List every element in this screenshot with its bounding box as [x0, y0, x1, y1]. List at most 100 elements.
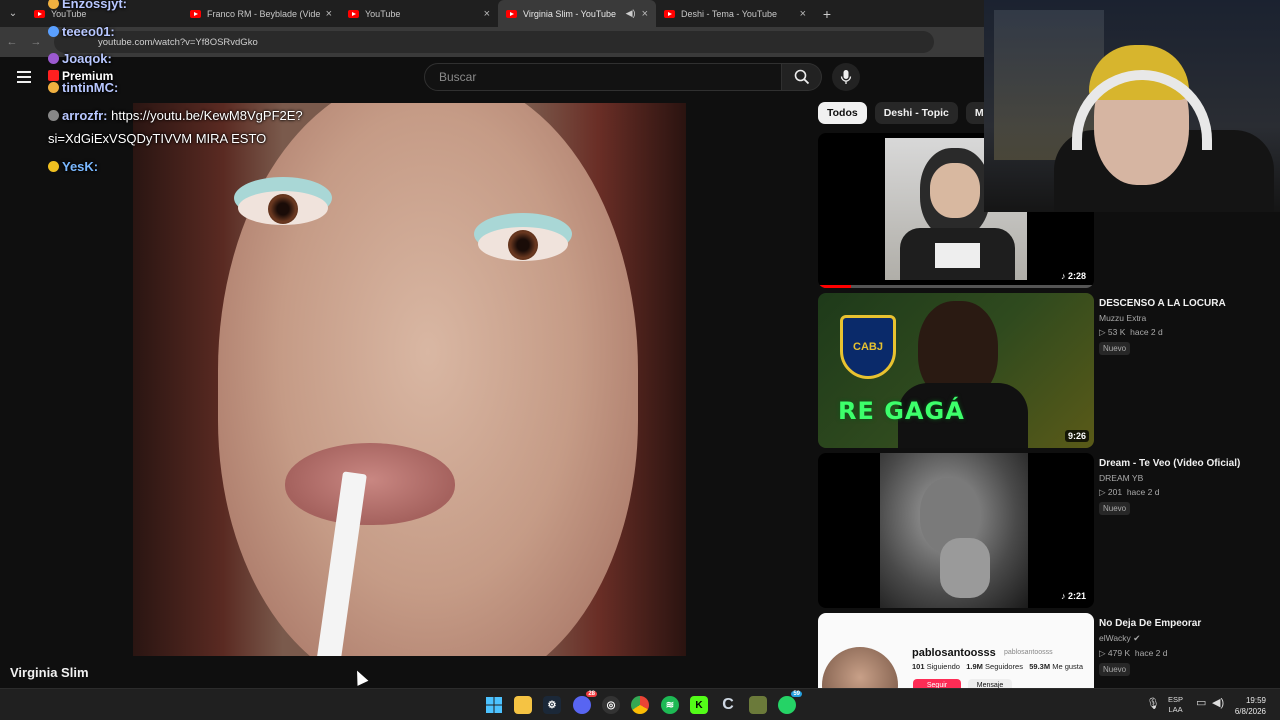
message-button: Mensaje — [968, 679, 1012, 688]
recommendation-title[interactable]: No Deja De Empeorar — [1099, 617, 1274, 630]
tab-franco-rm[interactable]: Franco RM - Beyblade (Video O × — [182, 0, 340, 27]
video-frame-lips — [285, 443, 455, 525]
tab-youtube-1[interactable]: YouTube — [26, 0, 182, 27]
boca-crest-icon: CABJ — [840, 315, 896, 379]
address-bar[interactable]: youtube.com/watch?v=Yf8OSRvdGko — [54, 31, 934, 53]
ccleaner-icon[interactable]: C — [719, 696, 737, 714]
browser-tab-strip: ⌄ YouTube Franco RM - Beyblade (Video O … — [0, 0, 984, 27]
whatsapp-icon[interactable]: 59 — [778, 691, 802, 714]
search-box[interactable] — [424, 63, 782, 91]
thumbnail-image — [880, 453, 1028, 608]
profile-avatar — [822, 647, 898, 688]
browser-toolbar: ← → youtube.com/watch?v=Yf8OSRvdGko — [0, 27, 984, 57]
youtube-header — [0, 57, 984, 103]
recommendation-channel[interactable]: elWacky ✔ — [1099, 633, 1274, 644]
tab-youtube-2[interactable]: YouTube × — [340, 0, 498, 27]
video-thumbnail[interactable]: pablosantoosss pablosantoosss 101 Siguie… — [818, 613, 1094, 688]
back-icon[interactable]: ← — [0, 36, 24, 48]
recommendation-item[interactable]: pablosantoosss pablosantoosss 101 Siguie… — [818, 613, 1278, 688]
video-title: Virginia Slim — [10, 665, 89, 680]
recommendation-info: DESCENSO A LA LOCURA Muzzu Extra ▷ 53 K … — [1099, 297, 1274, 356]
kick-icon[interactable]: K — [690, 696, 708, 714]
chat-badge-icon — [48, 161, 59, 172]
chat-line: YesK: — [48, 159, 98, 174]
system-clock[interactable]: 19:59 6/8/2026 — [1235, 695, 1266, 717]
close-tab-icon[interactable]: × — [326, 8, 332, 20]
language-indicator[interactable]: ESP LAA — [1168, 695, 1183, 715]
recommendation-item[interactable]: CABJ RE GAGÁ 9:26 DESCENSO A LA LOCURA M… — [818, 293, 1278, 448]
network-icon[interactable]: ▭ — [1196, 698, 1206, 709]
follow-button: Seguir — [913, 679, 961, 688]
forward-icon[interactable]: → — [24, 36, 48, 48]
profile-name: pablosantoosss — [912, 647, 996, 659]
new-tab-button[interactable]: + — [814, 0, 840, 27]
microphone-tray-icon[interactable]: 🎙 — [1146, 699, 1160, 710]
new-badge: Nuevo — [1099, 342, 1131, 355]
youtube-favicon-icon — [190, 9, 201, 18]
recommendation-meta: ▷ 53 K hace 2 d — [1099, 327, 1163, 337]
file-explorer-icon[interactable] — [514, 696, 532, 714]
tab-deshi-tema[interactable]: Deshi - Tema - YouTube × — [656, 0, 814, 27]
recommendation-meta: ▷ 479 K hace 2 d — [1099, 648, 1168, 658]
recommendation-channel[interactable]: Muzzu Extra — [1099, 313, 1274, 323]
chrome-icon[interactable] — [631, 696, 649, 714]
video-thumbnail[interactable]: CABJ RE GAGÁ 9:26 — [818, 293, 1094, 448]
discord-icon[interactable]: 28 — [573, 691, 597, 714]
search-icon — [794, 69, 809, 85]
whatsapp-notification-badge: 59 — [791, 691, 802, 697]
search-input[interactable] — [439, 70, 739, 84]
recommendation-info: Dream - Te Veo (Video Oficial) DREAM YB … — [1099, 457, 1274, 516]
recommendation-info: No Deja De Empeorar elWacky ✔ ▷ 479 K ha… — [1099, 617, 1274, 677]
windows-start-icon[interactable] — [485, 696, 503, 714]
profile-stats: 101 Siguiendo 1.9M Seguidores 59.3M Me g… — [912, 662, 1084, 671]
verified-icon: ✔ — [1133, 633, 1141, 643]
video-frame-face — [218, 103, 638, 656]
video-frame-eye-right — [478, 227, 568, 261]
steam-icon[interactable]: ⚙ — [543, 696, 561, 714]
recommendation-meta: ▷ 201 hace 2 d — [1099, 487, 1160, 497]
youtube-favicon-icon — [664, 9, 675, 18]
recommendation-item[interactable]: ♪ 2:21 Dream - Te Veo (Video Oficial) DR… — [818, 453, 1278, 608]
windows-taskbar: ⚙ 28 ◎ ≋ K C 59 🎙 ESP LAA ▭ ◀) 19:59 6/8/… — [0, 688, 1280, 720]
chat-badge-icon — [48, 110, 59, 121]
spotify-icon[interactable]: ≋ — [661, 696, 679, 714]
youtube-favicon-icon — [348, 9, 359, 18]
chip-todos[interactable]: Todos — [818, 102, 867, 124]
duration-badge: ♪ 2:21 — [1057, 590, 1089, 602]
recommendation-title[interactable]: Dream - Te Veo (Video Oficial) — [1099, 457, 1274, 470]
chat-username: YesK: — [62, 159, 99, 174]
close-tab-icon[interactable]: × — [800, 8, 806, 20]
recommendation-channel[interactable]: DREAM YB — [1099, 473, 1274, 483]
discord-notification-badge: 28 — [586, 691, 597, 697]
voice-search-button[interactable] — [832, 63, 860, 91]
video-thumbnail[interactable]: ♪ 2:21 — [818, 453, 1094, 608]
search-button[interactable] — [782, 63, 822, 91]
speaker-icon[interactable]: ◀) — [626, 8, 636, 19]
new-badge: Nuevo — [1099, 663, 1131, 676]
duration-badge: 9:26 — [1064, 430, 1089, 442]
video-player[interactable] — [133, 103, 686, 656]
video-frame-eye-left — [238, 191, 328, 225]
microphone-icon — [840, 70, 852, 84]
tab-virginia-slim[interactable]: Virginia Slim - YouTube ◀) × — [498, 0, 656, 27]
screen: ⌄ YouTube Franco RM - Beyblade (Video O … — [0, 0, 1280, 720]
youtube-favicon-icon — [34, 9, 45, 18]
mouse-cursor-icon — [351, 668, 369, 686]
thumbnail-overlay-text: RE GAGÁ — [838, 397, 965, 425]
new-badge: Nuevo — [1099, 502, 1131, 515]
recommendation-title[interactable]: DESCENSO A LA LOCURA — [1099, 297, 1274, 310]
chip-deshi-topic[interactable]: Deshi - Topic — [874, 102, 958, 124]
menu-hamburger-icon[interactable] — [17, 71, 31, 83]
close-tab-icon[interactable]: × — [642, 8, 648, 20]
obs-icon[interactable]: ◎ — [602, 696, 620, 714]
close-tab-icon[interactable]: × — [484, 8, 490, 20]
tab-search-chevron-icon[interactable]: ⌄ — [0, 0, 26, 27]
streamer-webcam — [984, 0, 1280, 212]
profile-handle: pablosantoosss — [1004, 649, 1053, 656]
duration-badge: ♪ 2:28 — [1057, 270, 1089, 282]
volume-icon[interactable]: ◀) — [1212, 698, 1224, 709]
youtube-favicon-icon — [506, 9, 517, 18]
chat-username: arrozfr: — [62, 108, 108, 123]
minecraft-icon[interactable] — [749, 696, 767, 714]
url-text: youtube.com/watch?v=Yf8OSRvdGko — [98, 36, 258, 48]
